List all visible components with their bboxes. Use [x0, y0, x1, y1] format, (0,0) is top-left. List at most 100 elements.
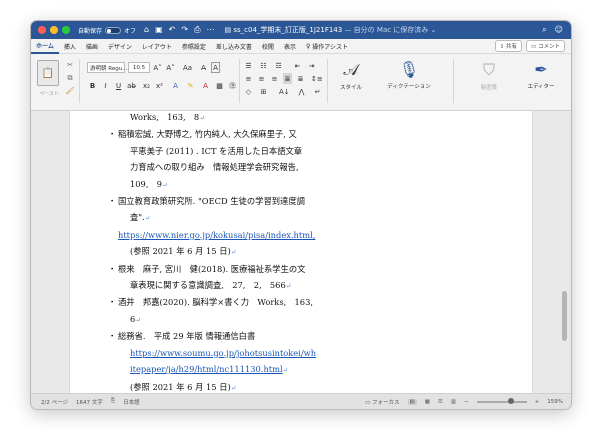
align-center-icon[interactable]: ≡	[257, 73, 266, 84]
document-line[interactable]: Works, 163, 8↵	[118, 111, 368, 126]
editor-button[interactable]: ✒ エディター	[521, 60, 561, 90]
increase-indent-icon[interactable]: ⇥	[307, 60, 316, 71]
document-line[interactable]: (参照 2021 年 6 月 15 日)↵	[118, 243, 368, 260]
zoom-in-icon[interactable]: +	[535, 399, 540, 405]
tab-design[interactable]: デザイン	[103, 39, 137, 54]
focus-mode-button[interactable]: ▭ フォーカス	[365, 398, 399, 406]
autosave-toggle[interactable]	[105, 26, 122, 34]
autosave-control[interactable]: 自動保存 オフ	[78, 26, 136, 35]
distributed-icon[interactable]: ≣	[296, 73, 305, 84]
document-line[interactable]: https://www.soumu.go.jp/johotsusintokei/…	[118, 345, 368, 361]
align-right-icon[interactable]: ≡	[270, 73, 279, 84]
change-case-icon[interactable]: Aa	[183, 62, 192, 73]
home-icon[interactable]: ⌂	[144, 25, 149, 35]
numbering-icon[interactable]: ☷	[259, 60, 268, 71]
phonetic-guide-icon[interactable]: ㊟	[228, 80, 237, 91]
vertical-scrollbar[interactable]	[562, 121, 567, 391]
save-icon[interactable]: ▣	[155, 25, 163, 35]
superscript-icon[interactable]: x²	[155, 80, 164, 91]
tab-draw[interactable]: 描画	[81, 39, 103, 54]
page-count[interactable]: 2/2 ページ	[41, 398, 68, 406]
tab-insert[interactable]: 挿入	[59, 39, 81, 54]
web-layout-view-icon[interactable]: ▦	[425, 399, 430, 405]
bullets-icon[interactable]: ☰	[244, 60, 253, 71]
zoom-slider[interactable]	[476, 397, 527, 404]
tab-mailings[interactable]: 差し込み文書	[211, 39, 257, 54]
document-line[interactable]: ・稲積宏誠, 大野博之, 竹内純人, 大久保麻里子, 又	[108, 126, 368, 142]
tab-view[interactable]: 表示	[279, 39, 301, 54]
document-line[interactable]: 平恵美子 (2011) . ICT を活用した日本語文章	[118, 143, 368, 159]
more-icon[interactable]: ⋯	[206, 25, 214, 35]
copy-icon[interactable]: ⧉	[65, 73, 75, 83]
share-button[interactable]: ⇪ 共有	[494, 40, 523, 52]
show-marks-icon[interactable]: ↵	[313, 86, 322, 97]
sensitivity-button[interactable]: ⛉ 秘密度	[471, 60, 507, 91]
zoom-level[interactable]: 159%	[547, 399, 563, 405]
undo-icon[interactable]: ↶	[169, 25, 176, 35]
character-shading-icon[interactable]: ▩	[215, 80, 224, 91]
align-left-icon[interactable]: ≡	[244, 73, 253, 84]
line-spacing-icon[interactable]: ↕≡	[311, 73, 323, 84]
hyperlink[interactable]: https://www.nier.go.jp/kokusai/pisa/inde…	[118, 230, 315, 240]
outline-view-icon[interactable]: ☰	[438, 399, 443, 405]
sort-icon[interactable]: A↓	[279, 86, 290, 97]
document-line[interactable]: 章表現に関する意識調査, 27, 2, 566↵	[118, 277, 368, 294]
document-line[interactable]: 力育成への取り組み 情報処理学会研究報告,	[118, 159, 368, 175]
print-layout-view-icon[interactable]: ▤	[407, 398, 417, 405]
format-painter-icon[interactable]: 🖌	[65, 86, 75, 96]
zoom-slider-knob[interactable]	[507, 397, 514, 404]
grow-font-icon[interactable]: A˄	[153, 62, 162, 73]
shading-icon[interactable]: ◇	[244, 86, 253, 97]
proofing-icon[interactable]: ⎘	[111, 398, 115, 406]
document-line[interactable]: 6↵	[118, 311, 368, 328]
zoom-out-icon[interactable]: −	[464, 399, 469, 405]
dictation-button[interactable]: 🎙 ディクテーション	[379, 60, 439, 90]
tab-review[interactable]: 校閲	[257, 39, 279, 54]
clear-formatting-icon[interactable]: A̶	[199, 62, 208, 73]
document-save-status[interactable]: — 自分の Mac に保存済み ⌄	[344, 26, 436, 34]
tab-tell-me[interactable]: ♀ 操作アシスト	[301, 39, 353, 54]
comments-button[interactable]: ▭ コメント	[526, 40, 565, 52]
font-color-icon[interactable]: A	[201, 80, 210, 91]
scroll-thumb[interactable]	[562, 291, 567, 341]
document-page[interactable]: Works, 163, 8↵ ・稲積宏誠, 大野博之, 竹内純人, 大久保麻里子,…	[69, 111, 533, 395]
multilevel-list-icon[interactable]: ☲	[274, 60, 283, 71]
styles-button[interactable]: 𝒜 スタイル	[331, 60, 371, 91]
print-icon[interactable]: ⎙	[194, 25, 200, 35]
redo-icon[interactable]: ↷	[181, 25, 188, 35]
text-effects-icon[interactable]: A	[171, 80, 180, 91]
asian-layout-icon[interactable]: ⋀	[297, 86, 306, 97]
word-count[interactable]: 1647 文字	[76, 398, 103, 406]
underline-button[interactable]: U	[114, 80, 123, 91]
bold-button[interactable]: B	[88, 80, 97, 91]
paste-button[interactable]: 📋	[37, 60, 59, 86]
subscript-icon[interactable]: x₂	[142, 80, 151, 91]
hyperlink[interactable]: https://www.soumu.go.jp/johotsusintokei/…	[130, 348, 316, 358]
font-size-select[interactable]: 10.5	[128, 62, 150, 73]
tab-references[interactable]: 参照設定	[177, 39, 211, 54]
document-line[interactable]: ・酒井 邦嘉(2020). 脳科学×書く力 Works, 163,	[108, 294, 368, 310]
draft-view-icon[interactable]: ▥	[451, 399, 456, 405]
document-line[interactable]: ・国立教育政策研究所. "OECD 生徒の学習到達度調	[108, 193, 368, 209]
account-icon[interactable]: ☺	[555, 25, 563, 35]
shrink-font-icon[interactable]: A˅	[166, 62, 175, 73]
document-line[interactable]: 査".↵	[118, 209, 368, 226]
justify-icon[interactable]: ≣	[283, 73, 292, 84]
borders-icon[interactable]: ⊞	[259, 86, 268, 97]
highlight-icon[interactable]: ✎	[186, 80, 195, 91]
document-canvas[interactable]: Works, 163, 8↵ ・稲積宏誠, 大野博之, 竹内純人, 大久保麻里子,…	[31, 111, 571, 395]
zoom-window-button[interactable]	[62, 26, 70, 34]
hyperlink[interactable]: itepaper/ja/h29/html/nc111130.html	[130, 364, 283, 374]
search-icon[interactable]: ⌕	[542, 25, 546, 35]
document-line[interactable]: ・根来 麻子, 宮川 健(2018). 医療福祉系学生の文	[108, 261, 368, 277]
strikethrough-icon[interactable]: ab̶	[127, 80, 136, 91]
document-line[interactable]: 109, 9↵	[118, 176, 368, 193]
close-window-button[interactable]	[38, 26, 46, 34]
decrease-indent-icon[interactable]: ⇤	[293, 60, 302, 71]
document-line[interactable]: itepaper/ja/h29/html/nc111130.html↵	[118, 361, 368, 378]
document-line[interactable]: ・総務省. 平成 29 年版 情報通信白書	[108, 328, 368, 344]
document-line[interactable]: https://www.nier.go.jp/kokusai/pisa/inde…	[118, 227, 368, 243]
character-border-icon[interactable]: A	[211, 62, 220, 73]
reference-list[interactable]: Works, 163, 8↵ ・稲積宏誠, 大野博之, 竹内純人, 大久保麻里子,…	[108, 111, 368, 395]
minimize-window-button[interactable]	[50, 26, 58, 34]
